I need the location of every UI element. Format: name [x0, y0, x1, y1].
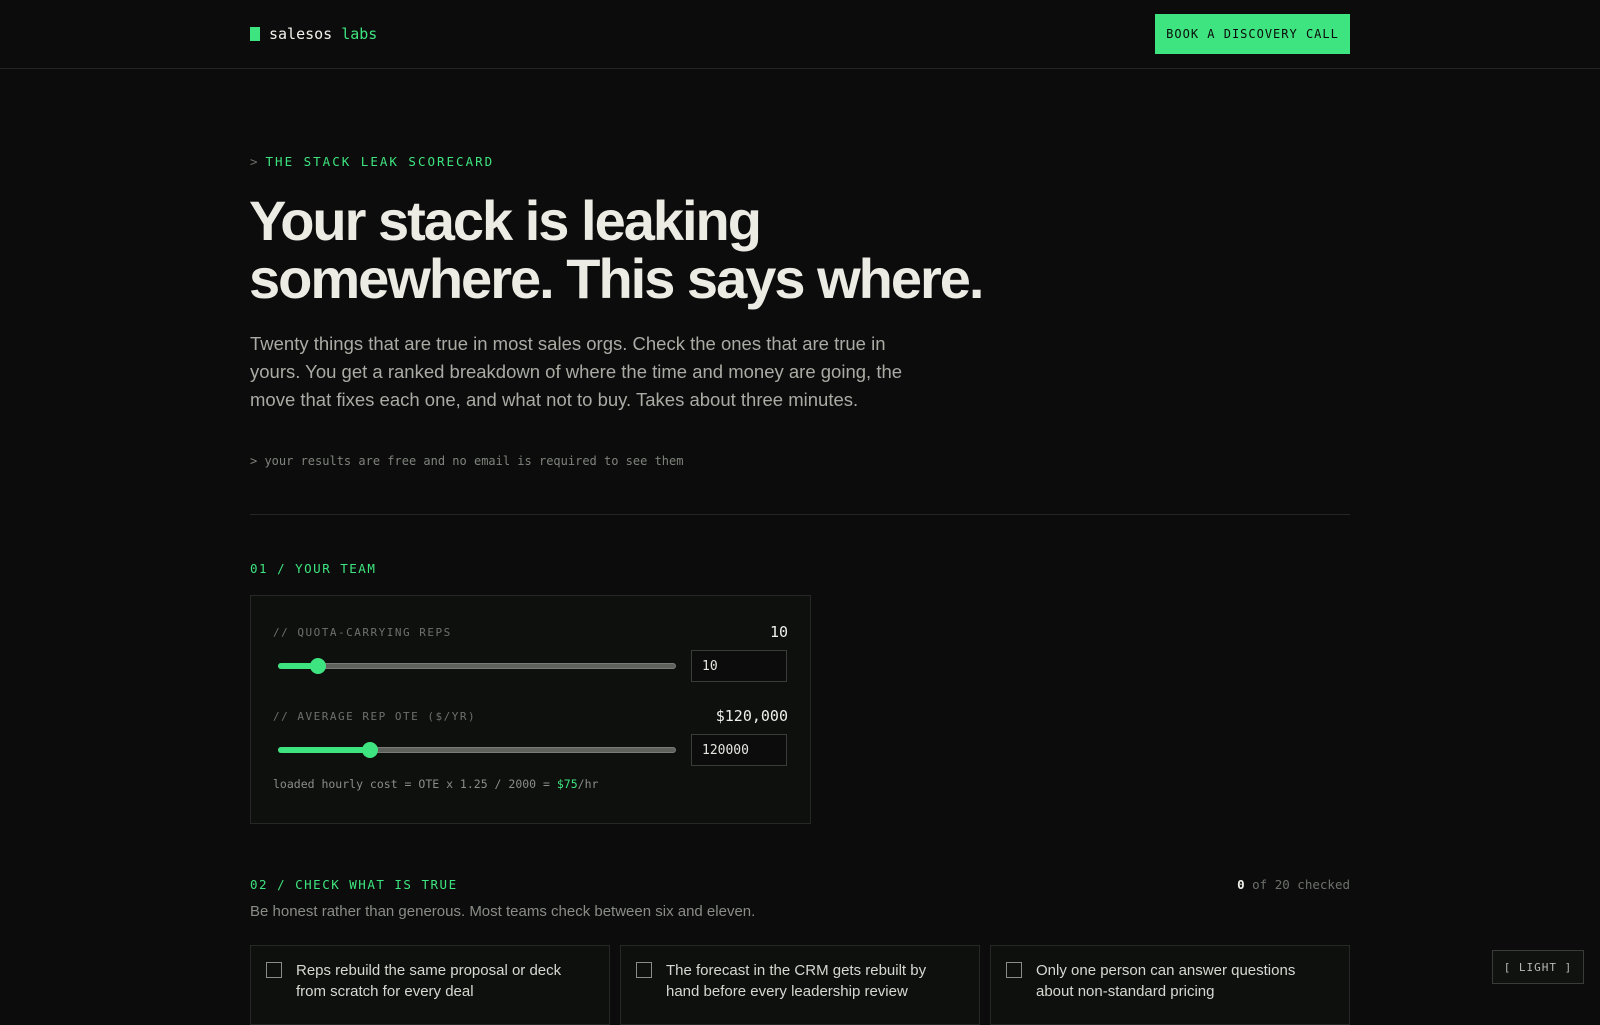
hero-description: Twenty things that are true in most sale… [250, 333, 903, 410]
logo-mark-icon [250, 27, 260, 41]
checkbox[interactable] [636, 962, 652, 978]
ote-slider[interactable] [278, 740, 676, 760]
logo-accent: labs [341, 25, 378, 43]
reps-label: // QUOTA-CARRYING REPS [273, 626, 452, 639]
section-divider [250, 514, 1350, 515]
hero-note: > your results are free and no email is … [250, 454, 684, 468]
book-discovery-call-button[interactable]: BOOK A DISCOVERY CALL [1155, 14, 1350, 54]
logo[interactable]: salesos labs [250, 25, 377, 43]
hourly-cost-value: $75 [556, 777, 578, 791]
theme-toggle-button[interactable]: [ LIGHT ] [1492, 950, 1584, 984]
reps-slider[interactable] [278, 656, 676, 676]
page-title-line-2: somewhere. This says where. [249, 247, 984, 310]
section-label-team: 01 / YOUR TEAM [250, 561, 377, 576]
checklist-item[interactable]: Reps rebuild the same proposal or deck f… [250, 945, 610, 1025]
reps-slider-thumb[interactable] [309, 658, 326, 674]
page-title-line-1: Your stack is leaking [249, 189, 762, 252]
hourly-cost-formula: loaded hourly cost = OTE x 1.25 / 2000 =… [273, 777, 598, 791]
reps-input[interactable] [691, 650, 787, 682]
top-nav-bar: salesos labs BOOK A DISCOVERY CALL [0, 0, 1600, 69]
ote-slider-fill [278, 747, 370, 753]
formula-unit: /hr [577, 777, 599, 791]
checked-count-suffix: of 20 checked [1252, 877, 1350, 892]
ote-slider-thumb[interactable] [361, 742, 378, 758]
eyebrow: > THE STACK LEAK SCORECARD [250, 154, 494, 169]
team-card: // QUOTA-CARRYING REPS 10 // AVERAGE REP… [250, 595, 811, 824]
eyebrow-text: THE STACK LEAK SCORECARD [265, 154, 495, 169]
checklist-item-text: The forecast in the CRM gets rebuilt by … [666, 962, 927, 1000]
reps-value: 10 [769, 623, 788, 641]
logo-name: salesos [269, 25, 333, 43]
checkbox[interactable] [1006, 962, 1022, 978]
page-title: Your stack is leaking somewhere. This sa… [249, 192, 1149, 308]
checked-count: 0 of 20 checked [1237, 877, 1350, 892]
checked-count-number: 0 [1237, 877, 1245, 892]
checklist-subtitle: Be honest rather than generous. Most tea… [250, 903, 756, 920]
checkbox[interactable] [266, 962, 282, 978]
ote-label: // AVERAGE REP OTE ($/YR) [273, 710, 477, 723]
reps-slider-track [278, 663, 676, 669]
checklist-item[interactable]: Only one person can answer questions abo… [990, 945, 1350, 1025]
checklist-item-text: Only one person can answer questions abo… [1036, 962, 1296, 1000]
formula-text: loaded hourly cost = OTE x 1.25 / 2000 = [273, 777, 557, 791]
checklist-item[interactable]: The forecast in the CRM gets rebuilt by … [620, 945, 980, 1025]
ote-value: $120,000 [715, 707, 788, 725]
checklist-item-text: Reps rebuild the same proposal or deck f… [296, 962, 562, 1000]
eyebrow-prompt: > [250, 154, 260, 169]
section-label-checklist: 02 / CHECK WHAT IS TRUE [250, 877, 458, 892]
ote-input[interactable] [691, 734, 787, 766]
